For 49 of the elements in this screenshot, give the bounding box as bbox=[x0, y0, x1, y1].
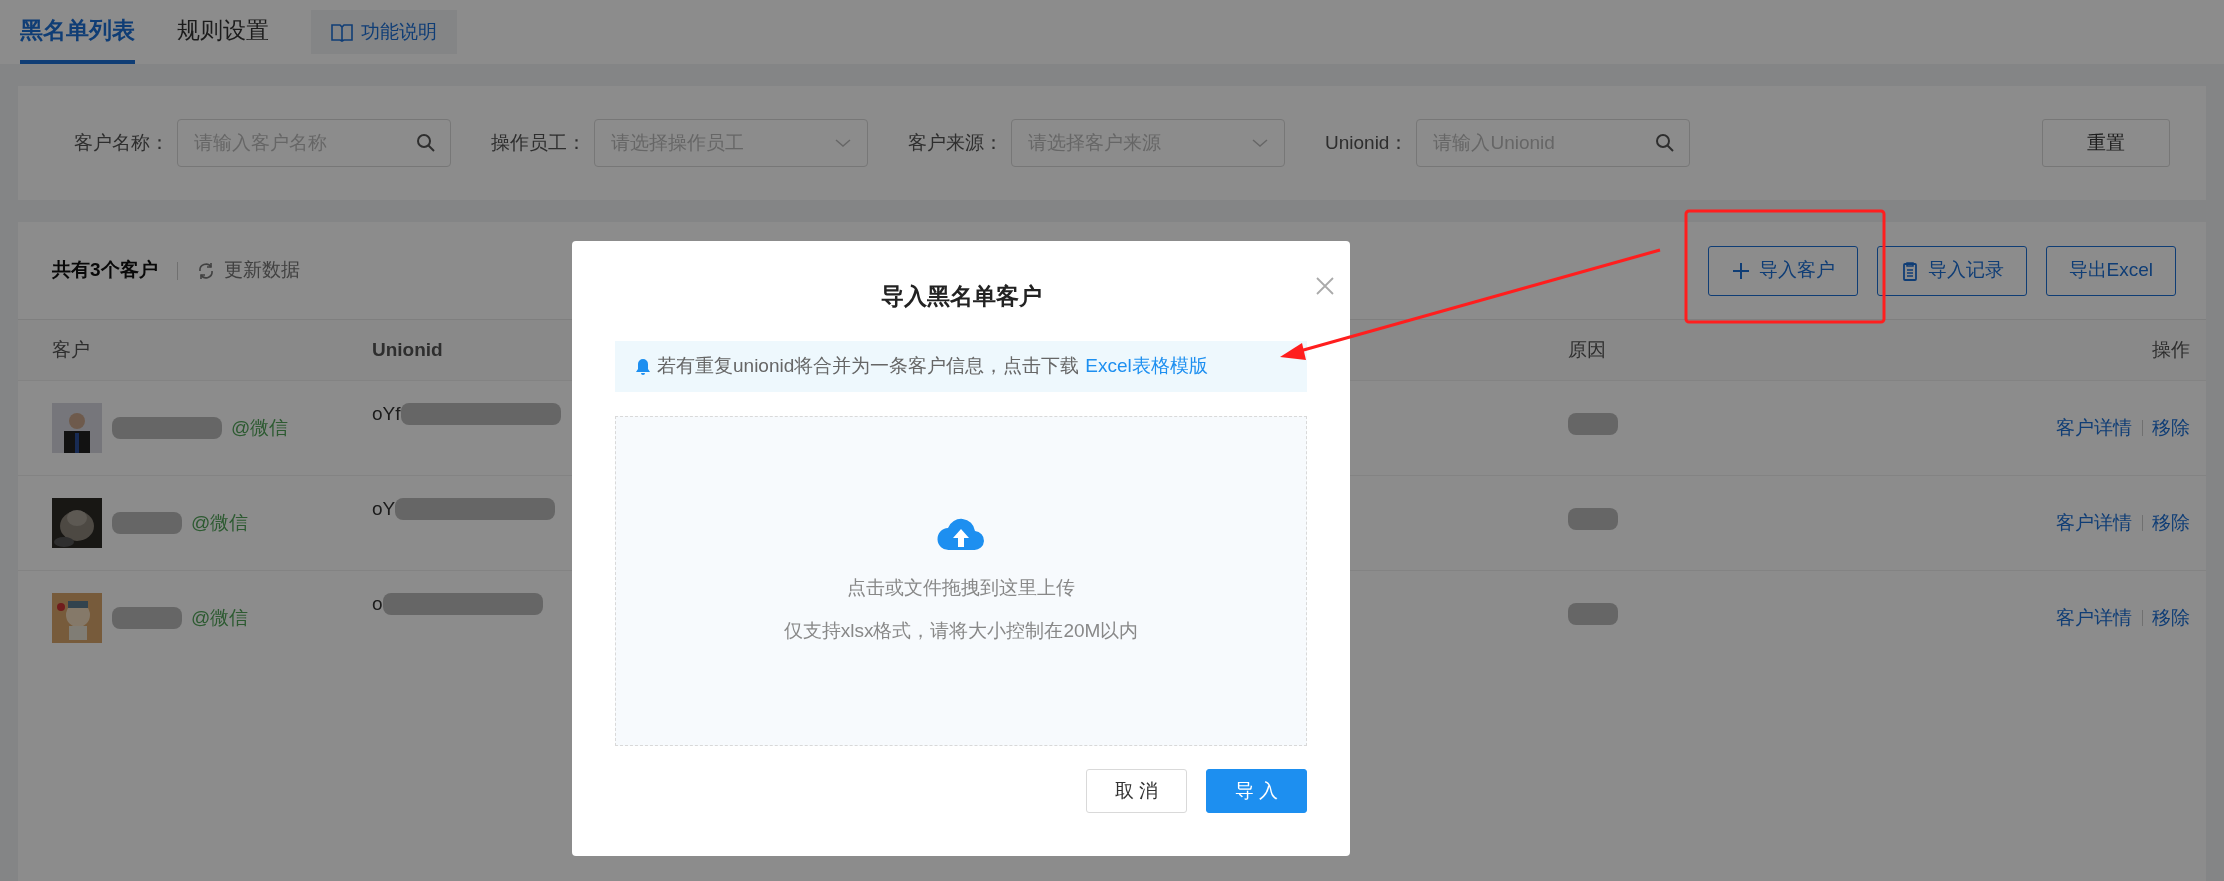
cancel-button[interactable]: 取 消 bbox=[1086, 769, 1187, 813]
reset-button[interactable]: 重置 bbox=[2042, 119, 2170, 167]
toolbar-button[interactable]: 导入客户 bbox=[1707, 245, 1858, 296]
dialog-title: 导入黑名单客户 bbox=[880, 281, 1042, 311]
search-icon bbox=[1655, 133, 1676, 153]
filter-label: 客户名称： bbox=[74, 130, 169, 155]
column-header: 原因 bbox=[1568, 337, 1607, 362]
book-icon bbox=[331, 22, 353, 42]
source-tag: @微信 bbox=[191, 508, 249, 538]
filter-label: 客户来源： bbox=[908, 130, 1003, 155]
unionid-text: oY bbox=[372, 497, 396, 521]
tab[interactable]: 黑名单列表 bbox=[20, 0, 135, 64]
import-button[interactable]: 导 入 bbox=[1206, 769, 1307, 813]
filter-label: 操作员工： bbox=[491, 130, 586, 155]
toolbar-button[interactable]: 导出Excel bbox=[2045, 245, 2176, 296]
filter-label: Unionid： bbox=[1325, 130, 1409, 155]
close-icon[interactable] bbox=[1315, 276, 1335, 296]
action-link[interactable]: 移除 bbox=[2152, 413, 2190, 443]
bell-icon bbox=[635, 357, 651, 376]
plus-icon bbox=[1730, 260, 1751, 281]
redacted-name bbox=[111, 512, 182, 534]
redacted-reason bbox=[1568, 507, 1618, 530]
column-header: 客户 bbox=[52, 337, 91, 362]
redacted-reason bbox=[1568, 412, 1618, 435]
upload-area[interactable]: 点击或文件拖拽到这里上传 仅支持xlsx格式，请将大小控制在20M以内 bbox=[615, 416, 1307, 746]
unionid-text: o bbox=[372, 592, 383, 616]
source-tag: @微信 bbox=[191, 603, 249, 633]
template-link[interactable]: Excel表格模版 bbox=[1085, 352, 1208, 381]
source-tag: @微信 bbox=[231, 413, 289, 443]
action-link[interactable]: 移除 bbox=[2152, 603, 2190, 633]
redacted-reason bbox=[1568, 602, 1618, 625]
refresh-link[interactable]: 更新数据 bbox=[196, 256, 301, 285]
cloud-upload-icon bbox=[937, 516, 985, 551]
action-link[interactable]: 移除 bbox=[2152, 508, 2190, 538]
help-button[interactable]: 功能说明 bbox=[311, 10, 457, 54]
action-link[interactable]: 客户详情 bbox=[2056, 603, 2132, 633]
toolbar-button[interactable]: 导入记录 bbox=[1876, 245, 2027, 296]
notice-text: 若有重复unionid将合并为一条客户信息，点击下载 bbox=[657, 354, 1080, 379]
action-link[interactable]: 客户详情 bbox=[2056, 508, 2132, 538]
upload-hint: 点击或文件拖拽到这里上传 bbox=[847, 576, 1075, 601]
upload-note: 仅支持xlsx格式，请将大小控制在20M以内 bbox=[783, 618, 1139, 643]
customer-count: 共有3个客户 bbox=[52, 258, 158, 283]
redacted-name bbox=[111, 607, 182, 629]
action-link[interactable]: 客户详情 bbox=[2056, 413, 2132, 443]
search-icon bbox=[416, 133, 436, 153]
column-header: 操作 bbox=[2151, 337, 2190, 362]
tab[interactable]: 规则设置 bbox=[177, 0, 269, 64]
refresh-icon bbox=[196, 261, 215, 280]
unionid-text: oYf bbox=[372, 402, 401, 426]
